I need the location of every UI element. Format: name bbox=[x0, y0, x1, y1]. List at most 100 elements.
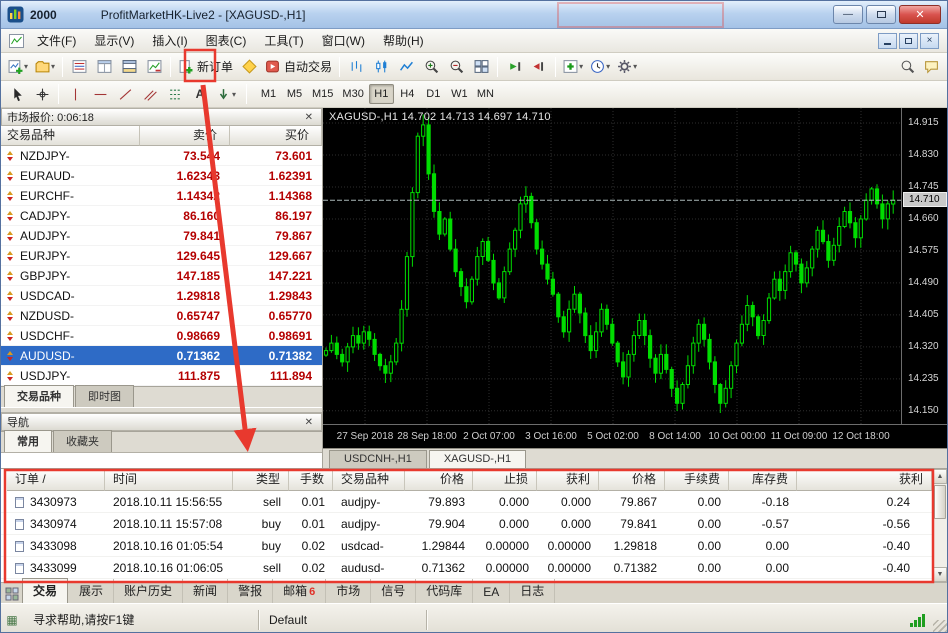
terminal-tab[interactable]: 警报 bbox=[228, 579, 274, 603]
order-row[interactable]: 3430974 2018.10.11 15:57:08 buy 0.01 aud… bbox=[1, 513, 932, 535]
candlestick-chart-button[interactable] bbox=[369, 55, 393, 79]
orders-column-header[interactable]: 价格 bbox=[405, 469, 473, 491]
market-watch-column-header[interactable]: 买价 bbox=[230, 126, 322, 146]
market-watch-row[interactable]: EURJPY- 129.645 129.667 bbox=[1, 246, 322, 266]
market-watch-row[interactable]: NZDUSD- 0.65747 0.65770 bbox=[1, 306, 322, 326]
menu-item[interactable]: 工具(T) bbox=[255, 28, 312, 53]
terminal-tab[interactable]: 日志 bbox=[510, 579, 556, 603]
tile-windows-button[interactable] bbox=[469, 55, 493, 79]
terminal-tab[interactable]: 新闻 bbox=[183, 579, 229, 603]
market-watch-column-header[interactable]: 卖价 bbox=[140, 126, 230, 146]
line-chart-button[interactable] bbox=[394, 55, 418, 79]
market-watch-row[interactable]: EURAUD- 1.62343 1.62391 bbox=[1, 166, 322, 186]
terminal-tab[interactable]: 账户历史 bbox=[114, 579, 184, 603]
scroll-thumb[interactable] bbox=[934, 485, 946, 519]
terminal-tab[interactable]: 展示 bbox=[69, 579, 115, 603]
menu-item[interactable]: 显示(V) bbox=[85, 28, 143, 53]
menu-item[interactable]: 文件(F) bbox=[28, 28, 85, 53]
market-watch-row[interactable]: AUDUSD- 0.71362 0.71382 bbox=[1, 346, 322, 366]
order-row[interactable]: 3430973 2018.10.11 15:56:55 sell 0.01 au… bbox=[1, 491, 932, 513]
menu-item[interactable]: 插入(I) bbox=[143, 28, 196, 53]
orders-column-header[interactable]: 价格 bbox=[599, 469, 665, 491]
timeframe-M5-button[interactable]: M5 bbox=[282, 84, 307, 104]
timeframe-M30-button[interactable]: M30 bbox=[338, 84, 367, 104]
market-watch-row[interactable]: GBPJPY- 147.185 147.221 bbox=[1, 266, 322, 286]
equidistant-channel-button[interactable] bbox=[138, 82, 162, 106]
orders-column-header[interactable]: 手续费 bbox=[665, 469, 729, 491]
zoom-out-button[interactable] bbox=[444, 55, 468, 79]
zoom-in-button[interactable] bbox=[419, 55, 443, 79]
close-button[interactable]: ✕ bbox=[899, 5, 941, 24]
navigator-tab[interactable]: 常用 bbox=[4, 430, 52, 452]
timeframe-H1-button[interactable]: H1 bbox=[368, 84, 394, 104]
market-watch-tab[interactable]: 交易品种 bbox=[4, 385, 74, 407]
chart-window[interactable]: XAGUSD-,H1 14.702 14.713 14.697 14.710 1… bbox=[323, 108, 947, 448]
terminal-toggle-button[interactable] bbox=[117, 55, 141, 79]
metaeditor-button[interactable] bbox=[237, 55, 261, 79]
time-axis[interactable]: 27 Sep 2018 28 Sep 18:00 2 Oct 07:00 3 Oct … bbox=[323, 424, 947, 448]
market-watch-row[interactable]: USDCAD- 1.29818 1.29843 bbox=[1, 286, 322, 306]
fibonacci-button[interactable] bbox=[163, 82, 187, 106]
market-watch-row[interactable]: CADJPY- 86.160 86.197 bbox=[1, 206, 322, 226]
text-label-button[interactable]: A bbox=[188, 82, 212, 106]
timeframe-M1-button[interactable]: M1 bbox=[256, 84, 281, 104]
arrows-button[interactable]: ▾ bbox=[213, 82, 239, 106]
market-watch-row[interactable]: NZDJPY- 73.544 73.601 bbox=[1, 146, 322, 166]
market-watch-row[interactable]: USDCHF- 0.98669 0.98691 bbox=[1, 326, 322, 346]
crosshair-button[interactable] bbox=[30, 82, 54, 106]
navigator-tab[interactable]: 收藏夹 bbox=[53, 430, 112, 452]
bar-chart-button[interactable] bbox=[344, 55, 368, 79]
market-watch-toggle-button[interactable] bbox=[67, 55, 91, 79]
terminal-tab[interactable]: 市场 bbox=[326, 579, 372, 603]
menu-item[interactable]: 帮助(H) bbox=[374, 28, 433, 53]
resize-grip[interactable] bbox=[933, 620, 947, 632]
market-watch-row[interactable]: EURCHF- 1.14342 1.14368 bbox=[1, 186, 322, 206]
orders-column-header[interactable]: 类型 bbox=[233, 469, 289, 491]
horizontal-line-button[interactable] bbox=[88, 82, 112, 106]
scroll-up-icon[interactable]: ▲ bbox=[933, 469, 947, 484]
maximize-button[interactable] bbox=[866, 5, 896, 24]
periods-button[interactable]: ▾ bbox=[587, 55, 613, 79]
candlestick-chart[interactable] bbox=[323, 108, 901, 424]
minimize-button[interactable]: — bbox=[833, 5, 863, 24]
market-watch-titlebar[interactable]: 市场报价: 0:06:18 ✕ bbox=[1, 108, 322, 126]
market-watch-row[interactable]: AUDJPY- 79.841 79.867 bbox=[1, 226, 322, 246]
autotrading-button[interactable]: 自动交易 bbox=[262, 55, 335, 79]
terminal-tab[interactable]: 信号 bbox=[371, 579, 417, 603]
strategy-tester-toggle-button[interactable] bbox=[142, 55, 166, 79]
market-watch-tab[interactable]: 即时图 bbox=[75, 385, 134, 407]
close-icon[interactable]: ✕ bbox=[302, 417, 316, 428]
indicators-button[interactable]: ▾ bbox=[560, 55, 586, 79]
close-icon[interactable]: ✕ bbox=[302, 112, 316, 123]
orders-column-header[interactable]: 手数 bbox=[289, 469, 333, 491]
timeframe-W1-button[interactable]: W1 bbox=[447, 84, 472, 104]
orders-column-header[interactable]: 获利 bbox=[537, 469, 599, 491]
trendline-button[interactable] bbox=[113, 82, 137, 106]
templates-button[interactable]: ▾ bbox=[614, 55, 640, 79]
timeframe-M15-button[interactable]: M15 bbox=[308, 84, 337, 104]
vertical-line-button[interactable] bbox=[63, 82, 87, 106]
orders-column-header[interactable]: 库存费 bbox=[729, 469, 797, 491]
menu-item[interactable]: 窗口(W) bbox=[313, 28, 374, 53]
new-chart-button[interactable]: ▾ bbox=[5, 55, 31, 79]
timeframe-D1-button[interactable]: D1 bbox=[421, 84, 446, 104]
timeframe-H4-button[interactable]: H4 bbox=[395, 84, 420, 104]
scroll-down-icon[interactable]: ▼ bbox=[933, 567, 947, 582]
orders-column-header[interactable]: 止损 bbox=[473, 469, 537, 491]
orders-column-header[interactable]: 交易品种 bbox=[333, 469, 405, 491]
order-row[interactable]: 3433098 2018.10.16 01:05:54 buy 0.02 usd… bbox=[1, 535, 932, 557]
title-bar[interactable]: 2000 ProfitMarketHK-Live2 - [XAGUSD-,H1]… bbox=[1, 1, 947, 29]
order-row[interactable]: 3433099 2018.10.16 01:06:05 sell 0.02 au… bbox=[1, 557, 932, 579]
mdi-restore-button[interactable] bbox=[899, 32, 918, 49]
data-window-toggle-button[interactable] bbox=[92, 55, 116, 79]
search-button[interactable] bbox=[895, 55, 919, 79]
cursor-button[interactable] bbox=[5, 82, 29, 106]
profiles-button[interactable]: ▾ bbox=[32, 55, 58, 79]
terminal-tab[interactable]: 代码库 bbox=[416, 579, 474, 603]
navigator-titlebar[interactable]: 导航 ✕ bbox=[1, 413, 322, 431]
terminal-scrollbar[interactable]: ▲ ▼ bbox=[932, 469, 947, 582]
mdi-close-button[interactable]: × bbox=[920, 32, 939, 49]
market-watch-column-header[interactable]: 交易品种 bbox=[1, 126, 140, 146]
price-scale[interactable]: 14.915 14.830 14.745 14.660 14.575 14.490 14.4… bbox=[901, 108, 947, 424]
terminal-tab[interactable]: 交易 bbox=[22, 578, 69, 603]
